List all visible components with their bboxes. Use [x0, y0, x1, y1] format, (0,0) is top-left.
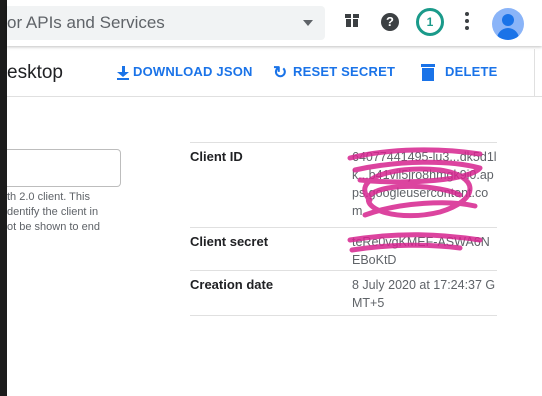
reset-secret-button[interactable]: ↻ RESET SECRET — [273, 64, 395, 81]
reset-secret-label: RESET SECRET — [293, 64, 396, 79]
client-secret-row: Client secret teRe0vgKMEF-ASWA6NEBoKtD — [190, 227, 497, 270]
search-input[interactable]: or APIs and Services — [7, 6, 325, 40]
client-id-row: Client ID 64077441495-lu3...dk5d1lk...b4… — [190, 142, 497, 227]
client-id-label: Client ID — [190, 149, 243, 164]
left-edge-bar — [0, 0, 7, 396]
action-bar: esktop DOWNLOAD JSON ↻ RESET SECRET DELET… — [7, 49, 542, 97]
creation-date-value: 8 July 2020 at 17:24:37 GMT+5 — [352, 278, 496, 310]
client-details-table: Client ID 64077441495-lu3...dk5d1lk...b4… — [190, 142, 497, 316]
client-secret-label: Client secret — [190, 234, 269, 249]
gift-icon[interactable] — [345, 12, 359, 27]
notification-icon[interactable]: 1 — [416, 8, 444, 36]
divider — [534, 49, 535, 96]
chevron-down-icon[interactable] — [303, 20, 313, 26]
creation-date-row: Creation date 8 July 2020 at 17:24:37 GM… — [190, 270, 497, 316]
page-title: esktop — [7, 62, 63, 83]
delete-label: DELETE — [445, 64, 498, 79]
delete-button[interactable]: DELETE — [421, 64, 498, 82]
refresh-icon: ↻ — [273, 62, 288, 82]
download-icon — [117, 65, 129, 80]
download-json-label: DOWNLOAD JSON — [133, 64, 253, 79]
more-vert-icon[interactable] — [465, 12, 469, 32]
help-icon[interactable]: ? — [381, 13, 399, 31]
top-header: or APIs and Services ? 1 — [7, 0, 542, 46]
client-secret-value: teRe0vgKMEF-ASWA6NEBoKtD — [352, 235, 490, 267]
name-input[interactable] — [7, 149, 121, 187]
helper-text: th 2.0 client. This dentify the client i… — [7, 191, 100, 233]
creation-date-label: Creation date — [190, 277, 274, 292]
download-json-button[interactable]: DOWNLOAD JSON — [117, 64, 253, 80]
delete-icon — [421, 64, 435, 82]
search-text: or APIs and Services — [7, 13, 165, 32]
avatar[interactable] — [492, 8, 524, 40]
client-id-value: 64077441495-lu3...dk5d1lk...b41vil5jro8h… — [352, 150, 497, 218]
